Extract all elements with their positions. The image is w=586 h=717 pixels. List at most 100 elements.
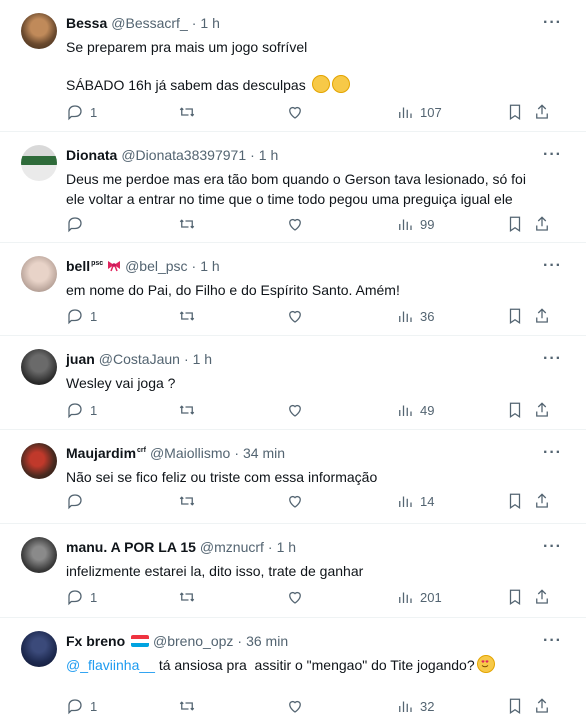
bookmark-button[interactable]	[506, 492, 524, 510]
views-button[interactable]: 201	[396, 588, 442, 606]
tweet-line: ele voltar a entrar no time que o time t…	[66, 191, 513, 207]
bookmark-button[interactable]	[506, 401, 524, 419]
bookmark-button[interactable]	[506, 103, 524, 121]
display-name[interactable]: Bessa	[66, 15, 107, 31]
tweet-item[interactable]: bellpsc @bel_psc · 1 h ··· em nome do Pa…	[0, 243, 586, 336]
separator-dot: ·	[191, 258, 197, 274]
user-handle[interactable]: @mznucrf	[200, 539, 264, 555]
retweet-button[interactable]	[178, 307, 196, 325]
reply-button[interactable]: 1	[66, 307, 97, 325]
avatar[interactable]	[21, 145, 57, 181]
tweet-line: Não sei se fico feliz ou triste com essa…	[66, 469, 378, 485]
display-name[interactable]: Maujardimcrf	[66, 445, 146, 461]
display-name[interactable]: bellpsc	[66, 258, 121, 274]
user-handle[interactable]: @Bessacrf_	[111, 15, 187, 31]
separator-dot: ·	[191, 15, 197, 31]
retweet-button[interactable]	[178, 401, 196, 419]
avatar[interactable]	[21, 631, 57, 667]
like-button[interactable]	[286, 588, 304, 606]
views-button[interactable]: 99	[396, 215, 434, 233]
views-button[interactable]: 36	[396, 307, 434, 325]
user-handle[interactable]: @bel_psc	[125, 258, 187, 274]
timestamp[interactable]: 1 h	[277, 539, 296, 555]
tweet-actions: 1 107	[66, 103, 566, 123]
like-button[interactable]	[286, 492, 304, 510]
bookmark-button[interactable]	[506, 215, 524, 233]
tweet-item[interactable]: juan @CostaJaun · 1 h ··· Wesley vai jog…	[0, 336, 586, 430]
bookmark-button[interactable]	[506, 697, 524, 715]
reply-button[interactable]: 1	[66, 103, 97, 121]
avatar[interactable]	[21, 443, 57, 479]
more-options-icon[interactable]: ···	[543, 538, 562, 556]
tweet-item[interactable]: manu. A POR LA 15 @mznucrf · 1 h ··· inf…	[0, 524, 586, 618]
reply-button[interactable]: 1	[66, 401, 97, 419]
like-button[interactable]	[286, 215, 304, 233]
share-button[interactable]	[533, 697, 551, 715]
share-button[interactable]	[533, 492, 551, 510]
timestamp[interactable]: 1 h	[193, 351, 212, 367]
avatar[interactable]	[21, 537, 57, 573]
display-name[interactable]: manu. A POR LA 15	[66, 539, 196, 555]
bookmark-icon	[509, 493, 521, 509]
avatar[interactable]	[21, 256, 57, 292]
tweet-actions: 1 32	[66, 697, 566, 717]
avatar[interactable]	[21, 349, 57, 385]
views-button[interactable]: 49	[396, 401, 434, 419]
bookmark-button[interactable]	[506, 307, 524, 325]
user-handle[interactable]: @Dionata38397971	[121, 147, 246, 163]
user-handle[interactable]: @Maiollismo	[150, 445, 230, 461]
tweet-item[interactable]: Bessa @Bessacrf_ · 1 h ··· Se preparem p…	[0, 0, 586, 132]
retweet-button[interactable]	[178, 103, 196, 121]
tweet-item[interactable]: Fx breno @breno_opz · 36 min ··· @_flavi…	[0, 618, 586, 715]
heart-icon	[289, 218, 301, 231]
retweet-button[interactable]	[178, 492, 196, 510]
user-handle[interactable]: @CostaJaun	[99, 351, 180, 367]
more-options-icon[interactable]: ···	[543, 146, 562, 164]
views-button[interactable]: 107	[396, 103, 442, 121]
view-count: 14	[420, 493, 435, 509]
retweet-button[interactable]	[178, 697, 196, 715]
tweet-item[interactable]: Dionata @Dionata38397971 · 1 h ··· Deus …	[0, 132, 586, 243]
share-button[interactable]	[533, 307, 551, 325]
more-options-icon[interactable]: ···	[543, 14, 562, 32]
display-name[interactable]: Dionata	[66, 147, 117, 163]
share-button[interactable]	[533, 401, 551, 419]
reply-button[interactable]: 1	[66, 588, 97, 606]
tweet-actions: 1 49	[66, 401, 566, 421]
retweet-button[interactable]	[178, 215, 196, 233]
timestamp[interactable]: 1 h	[200, 258, 219, 274]
user-handle[interactable]: @breno_opz	[153, 633, 233, 649]
views-button[interactable]: 32	[396, 697, 434, 715]
share-button[interactable]	[533, 215, 551, 233]
display-name[interactable]: Fx breno	[66, 633, 150, 649]
more-options-icon[interactable]: ···	[543, 444, 562, 462]
bookmark-button[interactable]	[506, 588, 524, 606]
display-name[interactable]: juan	[66, 351, 95, 367]
timestamp[interactable]: 34 min	[243, 445, 285, 461]
view-count: 107	[420, 104, 442, 120]
more-options-icon[interactable]: ···	[543, 257, 562, 275]
reply-button[interactable]: 1	[66, 697, 97, 715]
reply-button[interactable]	[66, 492, 90, 510]
share-button[interactable]	[533, 588, 551, 606]
view-count: 32	[420, 698, 435, 714]
share-button[interactable]	[533, 103, 551, 121]
mention-link[interactable]: @_flaviinha__	[66, 657, 155, 673]
tweet-item[interactable]: Maujardimcrf @Maiollismo · 34 min ··· Nã…	[0, 430, 586, 524]
timestamp[interactable]: 1 h	[200, 15, 219, 31]
like-button[interactable]	[286, 697, 304, 715]
more-options-icon[interactable]: ···	[543, 350, 562, 368]
like-button[interactable]	[286, 103, 304, 121]
timestamp[interactable]: 1 h	[259, 147, 278, 163]
tweet-header: Bessa @Bessacrf_ · 1 h	[66, 15, 220, 31]
like-button[interactable]	[286, 307, 304, 325]
reply-button[interactable]	[66, 215, 90, 233]
more-options-icon[interactable]: ···	[543, 632, 562, 650]
retweet-button[interactable]	[178, 588, 196, 606]
avatar[interactable]	[21, 13, 57, 49]
like-button[interactable]	[286, 401, 304, 419]
timestamp[interactable]: 36 min	[246, 633, 288, 649]
separator-dot: ·	[237, 633, 243, 649]
views-button[interactable]: 14	[396, 492, 434, 510]
tweet-text: em nome do Pai, do Filho e do Espírito S…	[66, 280, 556, 300]
